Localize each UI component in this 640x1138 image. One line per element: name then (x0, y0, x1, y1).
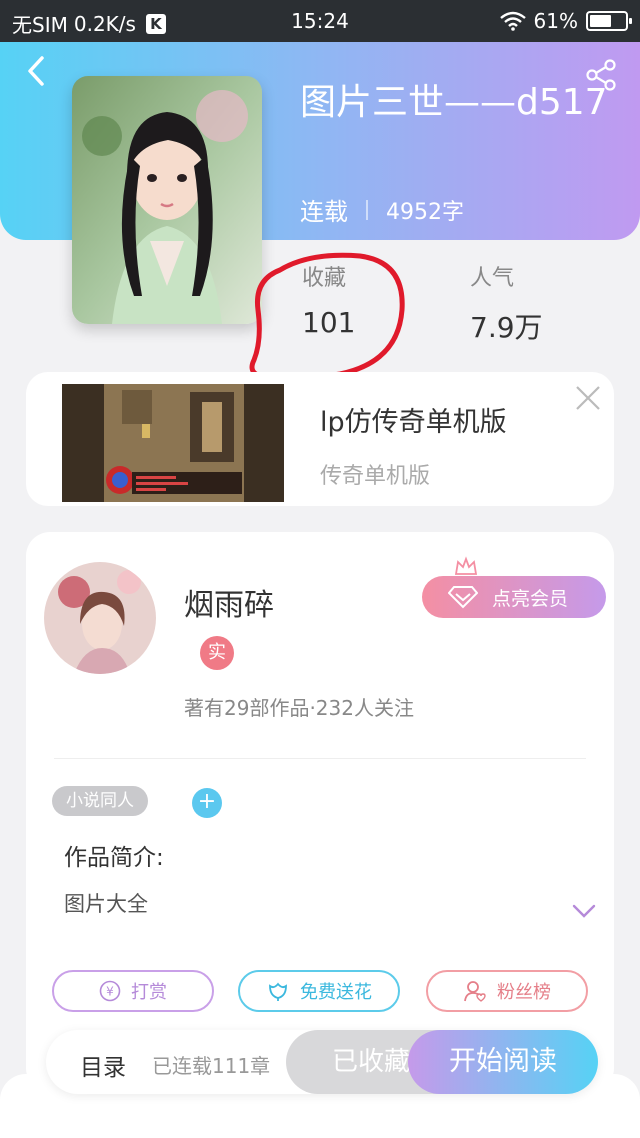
game-screenshot (62, 384, 284, 502)
battery-fill (590, 15, 611, 27)
status-bar: 无SIM 0.2K/s K 15:24 61% (0, 0, 640, 42)
fan-ranking-button[interactable]: 粉丝榜 (426, 970, 588, 1012)
yen-icon: ¥ (99, 980, 121, 1002)
reward-label: 打赏 (131, 982, 167, 1003)
diamond-icon (448, 586, 478, 609)
avatar-illustration (44, 562, 156, 674)
book-meta: 连载 4952字 (300, 192, 464, 227)
vip-button-label: 点亮会员 (492, 587, 569, 610)
wifi-icon (499, 11, 526, 31)
vip-button[interactable]: 点亮会员 (422, 576, 606, 618)
popularity-value: 7.9万 (470, 311, 543, 344)
flower-label: 免费送花 (300, 982, 372, 1003)
meta-divider (366, 199, 368, 220)
add-tag-button[interactable]: + (192, 788, 222, 818)
toc-button[interactable]: 目录 (80, 1048, 126, 1082)
battery-icon (586, 11, 632, 31)
battery-percent: 61% (533, 9, 578, 33)
yen-symbol: ¥ (106, 985, 114, 999)
start-reading-button[interactable]: 开始阅读 (408, 1030, 598, 1094)
favorites-stat: 收藏 101 (302, 260, 355, 339)
serial-status: 连载 (300, 198, 348, 226)
ad-subtitle: 传奇单机版 (320, 464, 431, 489)
popularity-label: 人气 (470, 266, 515, 291)
intro-label: 作品简介: (64, 845, 164, 871)
favorites-label: 收藏 (302, 266, 347, 291)
divider (54, 758, 586, 759)
reward-button[interactable]: ¥ 打赏 (52, 970, 214, 1012)
chevron-down-icon[interactable] (572, 904, 596, 918)
intro-text: 图片大全 (64, 892, 148, 916)
genre-tag[interactable]: 小说同人 (52, 786, 148, 816)
crown-icon (454, 556, 478, 575)
cover-illustration (72, 76, 262, 324)
book-title: 图片三世——d517 (300, 82, 608, 123)
author-name[interactable]: 烟雨碎 (184, 580, 274, 624)
ad-image[interactable] (62, 384, 284, 502)
favorites-value: 101 (302, 306, 356, 339)
book-cover[interactable] (72, 76, 262, 324)
word-count: 4952字 (386, 199, 464, 225)
ad-title[interactable]: lp仿传奇单机版 (320, 400, 507, 439)
bottom-bar: 目录 已连载111章 已收藏 开始阅读 (46, 1030, 598, 1094)
popularity-stat: 人气 7.9万 (470, 260, 543, 346)
close-icon[interactable] (574, 384, 602, 412)
verified-badge: 实 (200, 636, 234, 670)
avatar[interactable] (44, 562, 156, 674)
back-arrow-icon[interactable] (20, 54, 54, 88)
flower-icon (269, 982, 287, 1001)
author-card: 烟雨碎 实 点亮会员 著有29部作品·232人关注 小说同人 + 作品简介: 图… (26, 532, 614, 1092)
user-icon (464, 981, 486, 1002)
author-stats: 著有29部作品·232人关注 (184, 696, 414, 720)
send-flower-button[interactable]: 免费送花 (238, 970, 400, 1012)
chapter-count[interactable]: 已连载111章 (152, 1050, 270, 1079)
ad-card[interactable]: lp仿传奇单机版 传奇单机版 (26, 372, 614, 506)
fans-label: 粉丝榜 (497, 982, 551, 1003)
